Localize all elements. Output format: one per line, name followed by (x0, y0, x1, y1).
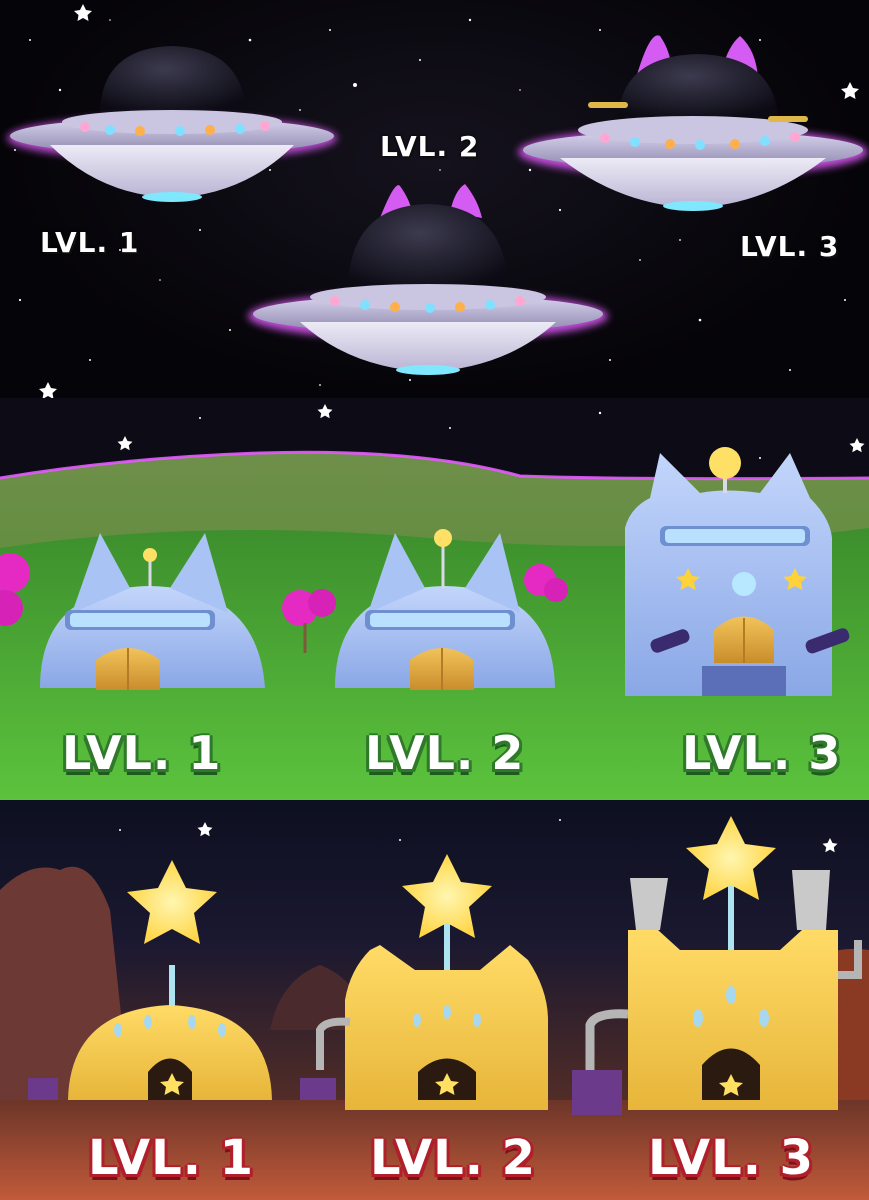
ufo-lvl1-label: LVL. 1 (40, 226, 140, 259)
ufo-lvl1 (7, 46, 337, 202)
ufo-scene (7, 4, 868, 398)
star-house-panel: LVL. 1 LVL. 2 LVL. 3 (0, 800, 869, 1200)
cat-house-panel: LVL. 1 LVL. 2 LVL. 3 (0, 398, 869, 800)
ufo-lvl3 (518, 35, 868, 211)
star-house-lvl1-label: LVL. 1 (88, 1130, 255, 1186)
star-house-lvl3 (572, 816, 862, 1115)
ufo-panel: LVL. 1 LVL. 2 LVL. 3 (0, 0, 869, 398)
star-house-lvl2-label: LVL. 2 (370, 1130, 537, 1186)
ufo-lvl3-label: LVL. 3 (740, 230, 840, 263)
ufo-lvl2 (248, 184, 608, 375)
star-house-lvl3-label: LVL. 3 (648, 1130, 815, 1186)
cat-house-lvl3-label: LVL. 3 (682, 726, 842, 780)
cat-house-lvl2-label: LVL. 2 (365, 726, 525, 780)
ufo-lvl2-label: LVL. 2 (380, 130, 480, 163)
cat-house-lvl1-label: LVL. 1 (62, 726, 222, 780)
